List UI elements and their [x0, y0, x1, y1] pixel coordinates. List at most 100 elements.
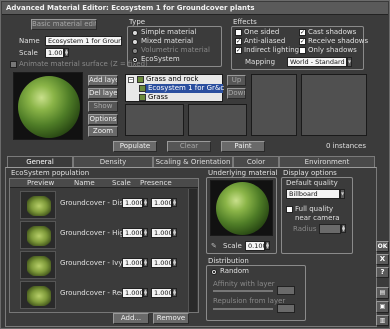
- simple-material-radio[interactable]: [132, 30, 138, 36]
- tab-density[interactable]: Density: [73, 156, 153, 167]
- options-button[interactable]: Options: [88, 114, 118, 125]
- animate-checkbox[interactable]: [10, 61, 17, 68]
- tab-scaling-orientation[interactable]: Scaling & Orientation: [153, 156, 233, 167]
- row-presence-spinner[interactable]: ▲ ▼: [172, 228, 177, 237]
- affinity-field[interactable]: [277, 286, 295, 295]
- row-presence-spinner[interactable]: ▲ ▼: [172, 258, 177, 267]
- anti-aliased-checkbox[interactable]: ✓: [235, 38, 242, 45]
- ecosystem-label: EcoSystem: [141, 55, 180, 63]
- full-quality-label: Full quality near camera: [295, 205, 340, 222]
- row-scale-spinner[interactable]: ▲ ▼: [143, 288, 148, 297]
- mapping-dropdown-icon[interactable]: ▼: [347, 57, 352, 67]
- row-scale[interactable]: 1.000: [122, 258, 143, 268]
- affinity-slider[interactable]: [213, 290, 273, 292]
- layer-preview-slot: [188, 104, 247, 136]
- indirect-lighting-checkbox[interactable]: ✓: [235, 47, 242, 54]
- add-layer-button[interactable]: Add layer: [88, 75, 118, 86]
- underlying-scale-field[interactable]: 0.100: [245, 241, 265, 251]
- remove-plant-button[interactable]: Remove: [153, 313, 189, 324]
- cast-shadows-checkbox[interactable]: ✓: [299, 29, 306, 36]
- cast-shadows-label: Cast shadows: [308, 28, 357, 36]
- cancel-button[interactable]: X: [376, 254, 389, 265]
- tree-collapse-icon[interactable]: −: [128, 77, 134, 83]
- scale-field[interactable]: 1.00: [45, 48, 64, 58]
- anti-aliased-label: Anti-aliased: [244, 37, 286, 45]
- tab-environment[interactable]: Environment: [279, 156, 375, 167]
- ok-button[interactable]: OK: [376, 241, 389, 252]
- full-quality-checkbox[interactable]: [286, 206, 293, 213]
- header-presence: Presence: [140, 179, 172, 187]
- mapping-label: Mapping: [245, 58, 276, 66]
- add-plant-button[interactable]: Add...: [113, 313, 149, 324]
- population-title: EcoSystem population: [11, 169, 90, 177]
- layer-down-button[interactable]: Down: [227, 88, 246, 99]
- del-layer-button[interactable]: Del layer: [88, 88, 118, 99]
- tab-general[interactable]: General: [7, 156, 73, 167]
- instance-preview-slot: [301, 74, 367, 136]
- scale-label: Scale: [19, 49, 38, 57]
- show-button[interactable]: Show: [88, 101, 118, 112]
- header-scale: Scale: [112, 179, 131, 187]
- row-scale-spinner[interactable]: ▲ ▼: [143, 198, 148, 207]
- clear-button[interactable]: Clear: [167, 141, 211, 152]
- volumetric-material-radio[interactable]: [132, 48, 138, 54]
- tree-item-ecosystem[interactable]: Ecosystem 1 for Gr&c: [148, 84, 224, 93]
- paint-button[interactable]: Paint: [221, 141, 265, 152]
- row-scale-spinner[interactable]: ▲ ▼: [143, 228, 148, 237]
- simple-material-label: Simple material: [141, 28, 197, 36]
- population-scrollbar[interactable]: [188, 189, 197, 312]
- layer-up-button[interactable]: Up: [227, 75, 246, 86]
- mapping-select[interactable]: World - Standard: [287, 57, 347, 67]
- underlying-sphere-preview: [216, 182, 269, 235]
- plant-thumbnail: [27, 196, 51, 216]
- name-label: Name: [19, 37, 40, 45]
- receive-shadows-checkbox[interactable]: ✓: [299, 38, 306, 45]
- row-presence[interactable]: 1.000: [151, 228, 172, 238]
- tree-item-grass[interactable]: Grass: [148, 93, 168, 102]
- tab-color[interactable]: Color: [233, 156, 279, 167]
- radius-field[interactable]: [319, 224, 341, 234]
- radius-label: Radius: [293, 225, 317, 233]
- row-presence[interactable]: 1.000: [151, 198, 172, 208]
- row-scale-spinner[interactable]: ▲ ▼: [143, 258, 148, 267]
- name-field[interactable]: Ecosystem 1 for Groundco: [45, 36, 122, 46]
- underlying-preview[interactable]: [210, 180, 273, 236]
- save-icon[interactable]: ▣: [376, 301, 389, 313]
- layer-tree: − Grass and rock Ecosystem 1 for Gr&c Gr…: [125, 74, 224, 102]
- row-presence-spinner[interactable]: ▲ ▼: [172, 288, 177, 297]
- row-scale[interactable]: 1.000: [122, 288, 143, 298]
- radius-spinner[interactable]: ▲ ▼: [341, 224, 346, 233]
- plant-thumbnail: [27, 286, 51, 306]
- row-presence[interactable]: 1.000: [151, 258, 172, 268]
- row-preview: [20, 281, 56, 309]
- one-sided-checkbox[interactable]: [235, 29, 242, 36]
- row-scale[interactable]: 1.000: [122, 198, 143, 208]
- mixed-material-radio[interactable]: [132, 39, 138, 45]
- row-preview: [20, 221, 56, 249]
- tree-item-grass-and-rock[interactable]: Grass and rock: [146, 75, 198, 84]
- mixed-material-label: Mixed material: [141, 37, 194, 45]
- only-shadows-checkbox[interactable]: [299, 47, 306, 54]
- row-presence-spinner[interactable]: ▲ ▼: [172, 198, 177, 207]
- help-button[interactable]: ?: [376, 267, 389, 278]
- wand-icon[interactable]: ✎: [211, 242, 219, 250]
- quality-dropdown-icon[interactable]: ▼: [340, 189, 345, 199]
- quality-select[interactable]: Billboard: [286, 189, 340, 199]
- repulsion-field[interactable]: [277, 304, 295, 313]
- row-scale[interactable]: 1.000: [122, 228, 143, 238]
- volumetric-material-label: Volumetric material: [141, 46, 210, 54]
- repulsion-slider[interactable]: [213, 308, 273, 310]
- trash-icon[interactable]: ▥: [376, 315, 389, 326]
- random-radio[interactable]: [211, 269, 217, 275]
- basic-material-editor-button[interactable]: Basic material editor: [31, 19, 97, 30]
- scale-spinner[interactable]: ▲ ▼: [64, 48, 69, 57]
- underlying-scale-spinner[interactable]: ▲ ▼: [265, 241, 270, 250]
- zoom-button[interactable]: Zoom: [88, 126, 118, 137]
- ecosystem-radio[interactable]: [132, 57, 138, 63]
- row-presence[interactable]: 1.000: [151, 288, 172, 298]
- header-preview: Preview: [27, 179, 55, 187]
- document-icon[interactable]: ▤: [376, 287, 389, 299]
- affinity-label: Affinity with layer: [213, 280, 275, 288]
- populate-button[interactable]: Populate: [113, 141, 157, 152]
- layer-material-icon: [139, 85, 146, 92]
